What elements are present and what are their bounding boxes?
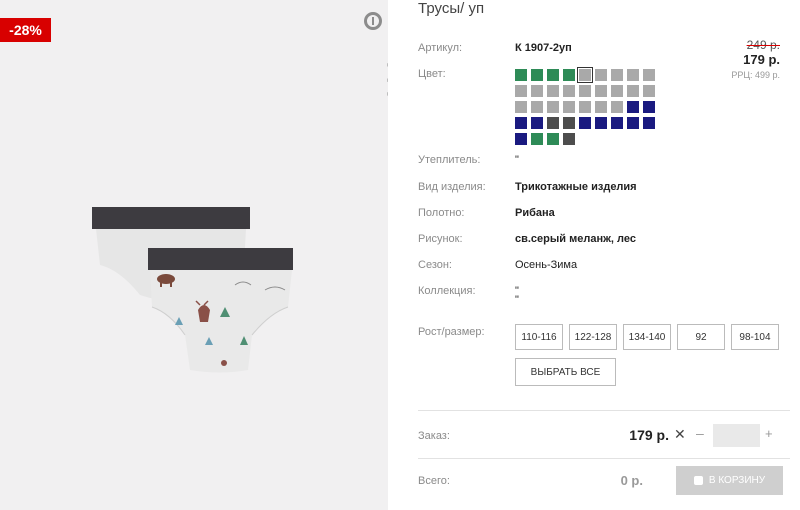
color-swatch[interactable] [579, 101, 591, 113]
collection-label: Коллекция: [418, 285, 476, 297]
size-button-122-128[interactable]: 122-128 [569, 324, 617, 350]
color-swatch[interactable] [515, 101, 527, 113]
total-label: Всего: [418, 475, 450, 487]
product-title: Трусы/ уп [418, 0, 485, 17]
color-swatch[interactable] [611, 117, 623, 129]
current-price: 179 р. [743, 52, 780, 67]
brand-logo-mark-icon [364, 12, 382, 30]
quantity-input[interactable] [713, 424, 760, 447]
product-photo [92, 207, 293, 373]
color-swatch[interactable] [595, 69, 607, 81]
color-swatch[interactable] [627, 85, 639, 97]
pattern-value: св.серый меланж, лес [515, 233, 636, 245]
color-swatch[interactable] [547, 133, 559, 145]
color-swatch[interactable] [595, 117, 607, 129]
color-swatch[interactable] [531, 133, 543, 145]
insulation-value: " [515, 154, 519, 166]
add-to-cart-label: В КОРЗИНУ [708, 475, 766, 486]
color-swatch[interactable] [515, 69, 527, 81]
size-label: Рост/размер: [418, 326, 485, 338]
order-label: Заказ: [418, 430, 450, 442]
color-swatch[interactable] [531, 69, 543, 81]
color-swatch[interactable] [627, 69, 639, 81]
divider-top [418, 410, 790, 411]
color-swatch[interactable] [563, 69, 575, 81]
old-price: 249 р. [746, 38, 780, 52]
color-swatch[interactable] [563, 117, 575, 129]
color-swatch[interactable] [643, 101, 655, 113]
color-swatch[interactable] [595, 85, 607, 97]
color-swatch[interactable] [515, 85, 527, 97]
color-swatch[interactable] [547, 85, 559, 97]
size-button-92[interactable]: 92 [677, 324, 725, 350]
fabric-value: Рибана [515, 207, 555, 219]
quantity-increment-button[interactable]: + [765, 426, 773, 441]
color-swatch[interactable] [579, 85, 591, 97]
fabric-label: Полотно: [418, 207, 465, 219]
color-swatch[interactable] [515, 133, 527, 145]
season-label: Сезон: [418, 259, 452, 271]
color-swatch[interactable] [515, 117, 527, 129]
color-swatch[interactable] [531, 85, 543, 97]
order-price: 179 р. [629, 427, 669, 443]
color-swatch[interactable] [595, 101, 607, 113]
color-swatch[interactable] [627, 117, 639, 129]
discount-badge: -28% [0, 18, 51, 42]
cart-icon [693, 476, 703, 485]
color-swatch[interactable] [643, 117, 655, 129]
color-swatch[interactable] [531, 117, 543, 129]
collection-value-extra: " [515, 294, 519, 306]
divider-bottom [418, 458, 790, 459]
type-label: Вид изделия: [418, 181, 486, 193]
color-swatch[interactable] [643, 69, 655, 81]
product-details: Трусы/ уп Артикул: К 1907-2уп 249 р. 179… [388, 0, 800, 510]
pattern-label: Рисунок: [418, 233, 463, 245]
insulation-label: Утеплитель: [418, 154, 481, 166]
briefs-front [148, 248, 293, 373]
color-swatch[interactable] [563, 133, 575, 145]
article-value: К 1907-2уп [515, 42, 572, 54]
article-label: Артикул: [418, 42, 463, 54]
color-swatch[interactable] [563, 101, 575, 113]
color-swatch[interactable] [547, 101, 559, 113]
color-swatch-grid [515, 67, 665, 149]
color-swatch[interactable] [563, 85, 575, 97]
size-button-110-116[interactable]: 110-116 [515, 324, 563, 350]
color-swatch[interactable] [547, 69, 559, 81]
color-label: Цвет: [418, 68, 446, 80]
type-value: Трикотажные изделия [515, 181, 637, 193]
select-all-sizes-button[interactable]: ВЫБРАТЬ ВСЕ [515, 358, 616, 386]
color-swatch[interactable] [611, 69, 623, 81]
color-swatch[interactable] [579, 117, 591, 129]
season-value: Осень-Зима [515, 259, 578, 271]
color-swatch[interactable] [531, 101, 543, 113]
size-button-134-140[interactable]: 134-140 [623, 324, 671, 350]
add-to-cart-button[interactable]: В КОРЗИНУ [676, 466, 783, 495]
color-swatch[interactable] [611, 101, 623, 113]
brand-logo: crockid [360, 12, 388, 152]
size-button-98-104[interactable]: 98-104 [731, 324, 779, 350]
color-swatch[interactable] [643, 85, 655, 97]
recommended-retail-price: РРЦ: 499 р. [731, 70, 780, 80]
quantity-decrement-button[interactable]: – [696, 425, 704, 441]
times-icon: ✕ [674, 426, 686, 442]
color-swatch[interactable] [627, 101, 639, 113]
color-swatch[interactable] [547, 117, 559, 129]
color-swatch[interactable] [611, 85, 623, 97]
total-value: 0 р. [620, 473, 643, 488]
product-image-panel: -28% crockid [0, 0, 388, 510]
color-swatch[interactable] [577, 67, 593, 83]
